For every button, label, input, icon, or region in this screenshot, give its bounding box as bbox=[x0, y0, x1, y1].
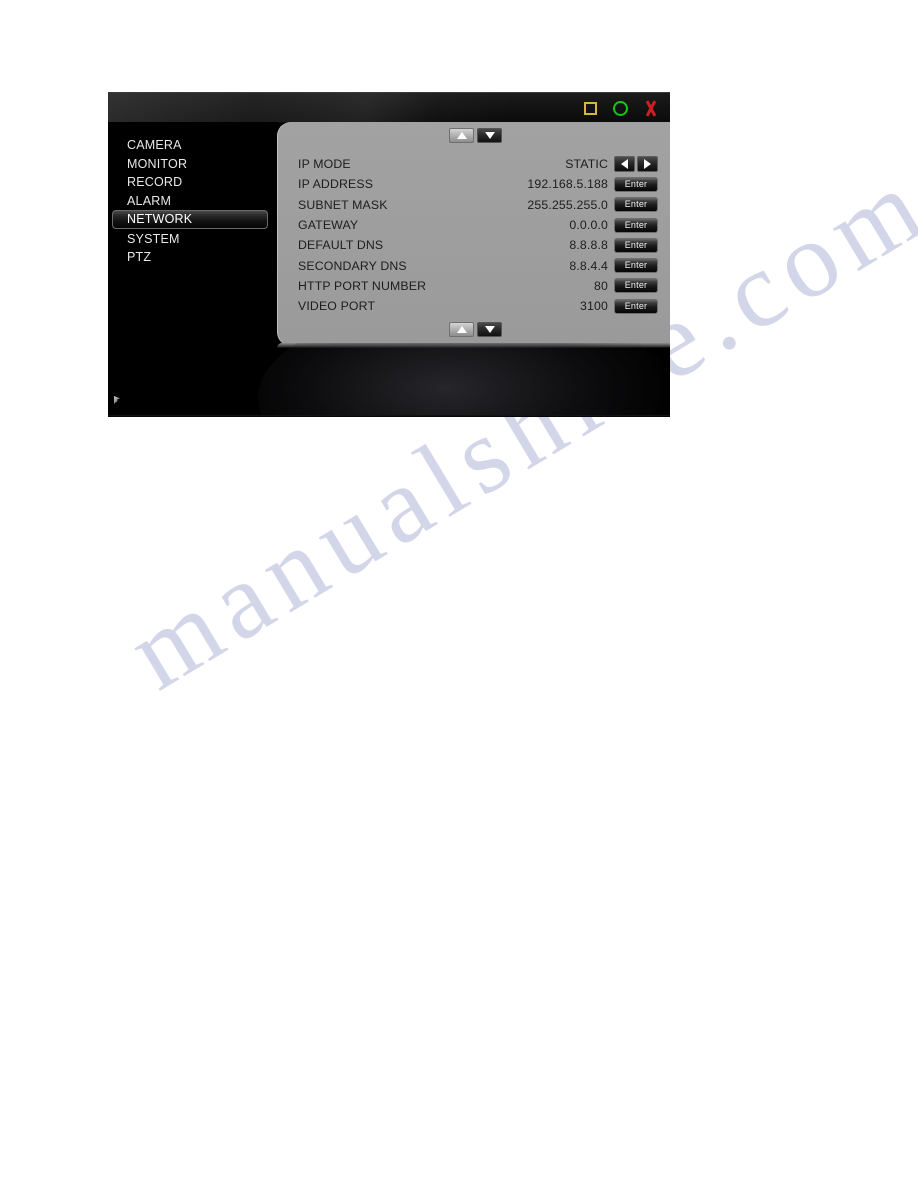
setting-label: VIDEO PORT bbox=[298, 299, 376, 314]
setting-control: Enter bbox=[614, 197, 662, 213]
enter-button[interactable]: Enter bbox=[614, 217, 658, 233]
value-next-button[interactable] bbox=[637, 156, 658, 173]
setting-row: IP MODE STATIC bbox=[277, 154, 670, 174]
title-bar-sheen bbox=[108, 93, 578, 123]
triangle-down-icon bbox=[484, 132, 495, 139]
settings-rows: IP MODE STATIC IP ADDRESS 192.168.5.188 Ente… bbox=[277, 154, 670, 316]
close-icon bbox=[643, 100, 659, 116]
enter-button[interactable]: Enter bbox=[614, 197, 658, 213]
setting-value: 255.255.255.0 bbox=[527, 197, 608, 212]
sidebar: CAMERA MONITOR RECORD ALARM NETWORK SYSTEM PTZ bbox=[108, 122, 278, 343]
triangle-right-icon bbox=[644, 159, 651, 170]
triangle-up-icon bbox=[456, 326, 467, 333]
sidebar-menu: CAMERA MONITOR RECORD ALARM NETWORK SYSTEM PTZ bbox=[108, 136, 278, 267]
sidebar-item-record[interactable]: RECORD bbox=[108, 173, 278, 191]
sidebar-item-network[interactable]: NETWORK bbox=[112, 210, 268, 229]
setting-label: HTTP PORT NUMBER bbox=[298, 278, 427, 293]
setting-row: GATEWAY 0.0.0.0 Enter bbox=[277, 215, 670, 235]
setting-row: SUBNET MASK 255.255.255.0 Enter bbox=[277, 195, 670, 215]
setting-control: Enter bbox=[614, 258, 662, 274]
setting-label: GATEWAY bbox=[298, 218, 359, 233]
setting-label: IP ADDRESS bbox=[298, 177, 374, 192]
triangle-down-icon bbox=[484, 326, 495, 333]
restore-button[interactable] bbox=[581, 99, 600, 118]
scroll-arrows-bottom bbox=[449, 322, 502, 337]
setting-row: VIDEO PORT 3100 Enter bbox=[277, 296, 670, 316]
enter-button[interactable]: Enter bbox=[614, 298, 658, 314]
setting-value: 8.8.8.8 bbox=[569, 238, 608, 253]
scroll-up-button-top[interactable] bbox=[449, 128, 474, 143]
sidebar-item-system[interactable]: SYSTEM bbox=[108, 230, 278, 248]
setting-control: Enter bbox=[614, 298, 662, 314]
window-bottom-edge bbox=[108, 415, 670, 417]
minimize-button[interactable] bbox=[611, 99, 630, 118]
setting-row: HTTP PORT NUMBER 80 Enter bbox=[277, 276, 670, 296]
triangle-left-icon bbox=[621, 159, 628, 170]
enter-button[interactable]: Enter bbox=[614, 176, 658, 192]
setting-row: IP ADDRESS 192.168.5.188 Enter bbox=[277, 174, 670, 194]
setting-control: Enter bbox=[614, 278, 662, 294]
enter-button[interactable]: Enter bbox=[614, 237, 658, 253]
title-bar bbox=[108, 92, 670, 123]
setting-row: DEFAULT DNS 8.8.8.8 Enter bbox=[277, 235, 670, 255]
footer-glow bbox=[258, 343, 670, 417]
setting-control: Enter bbox=[614, 237, 662, 253]
setting-control bbox=[614, 156, 662, 173]
setting-label: DEFAULT DNS bbox=[298, 238, 384, 253]
sidebar-item-camera[interactable]: CAMERA bbox=[108, 136, 278, 154]
setting-label: SUBNET MASK bbox=[298, 197, 388, 212]
setting-value: 192.168.5.188 bbox=[527, 177, 608, 192]
setting-row: SECONDARY DNS 8.8.4.4 Enter bbox=[277, 255, 670, 275]
setting-value: STATIC bbox=[565, 157, 608, 172]
value-previous-button[interactable] bbox=[614, 156, 635, 173]
setting-value: 0.0.0.0 bbox=[569, 218, 608, 233]
setting-label: IP MODE bbox=[298, 157, 351, 172]
triangle-up-icon bbox=[456, 132, 467, 139]
restore-icon bbox=[584, 101, 597, 115]
enter-button[interactable]: Enter bbox=[614, 258, 658, 274]
setting-value: 3100 bbox=[580, 299, 608, 314]
settings-panel: IP MODE STATIC IP ADDRESS 192.168.5.188 Ente… bbox=[277, 122, 670, 346]
setting-control: Enter bbox=[614, 176, 662, 192]
mouse-cursor-icon bbox=[114, 396, 120, 404]
window-controls bbox=[581, 96, 660, 120]
sidebar-item-alarm[interactable]: ALARM bbox=[108, 192, 278, 210]
scroll-arrows-top bbox=[449, 128, 502, 143]
scroll-down-button-bottom[interactable] bbox=[477, 322, 502, 337]
setting-control: Enter bbox=[614, 217, 662, 233]
setting-value: 80 bbox=[594, 278, 608, 293]
close-button[interactable] bbox=[641, 99, 660, 118]
setting-label: SECONDARY DNS bbox=[298, 258, 407, 273]
setting-value: 8.8.4.4 bbox=[569, 258, 608, 273]
sidebar-item-ptz[interactable]: PTZ bbox=[108, 248, 278, 266]
sidebar-item-monitor[interactable]: MONITOR bbox=[108, 155, 278, 173]
enter-button[interactable]: Enter bbox=[614, 278, 658, 294]
footer-area bbox=[108, 343, 670, 417]
footer-notch bbox=[277, 343, 670, 348]
scroll-down-button-top[interactable] bbox=[477, 128, 502, 143]
scroll-up-button-bottom[interactable] bbox=[449, 322, 474, 337]
osd-window: CAMERA MONITOR RECORD ALARM NETWORK SYSTEM PTZ… bbox=[108, 92, 670, 417]
minimize-icon bbox=[613, 100, 628, 116]
